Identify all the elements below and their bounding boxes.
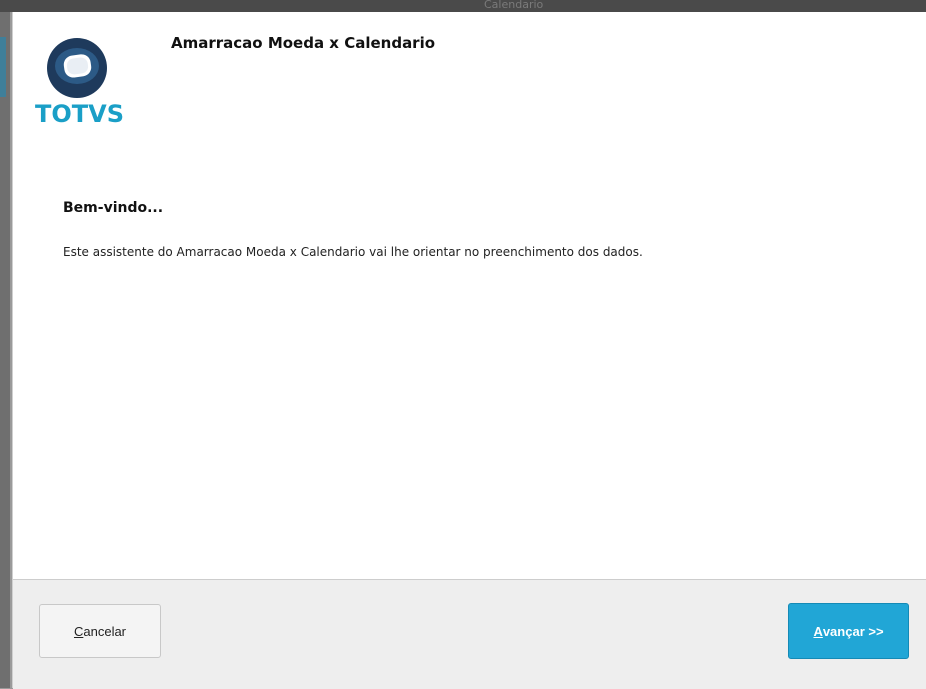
welcome-heading: Bem-vindo... [63, 200, 164, 216]
wizard-footer: Cancelar Avançar >> [13, 579, 926, 689]
next-button[interactable]: Avançar >> [788, 603, 909, 659]
background-window-title: Calendario [484, 0, 544, 11]
cancel-label: ancelar [83, 623, 127, 639]
wizard-dialog: TOTVS Amarracao Moeda x Calendario Bem-v… [12, 12, 926, 689]
background-window-edge [0, 12, 10, 688]
wizard-title: Amarracao Moeda x Calendario [171, 34, 436, 52]
next-label: vançar >> [822, 623, 884, 639]
next-mnemonic: A [813, 623, 823, 639]
totvs-logo: TOTVS [35, 36, 125, 136]
welcome-description: Este assistente do Amarracao Moeda x Cal… [63, 245, 643, 259]
cancel-mnemonic: C [73, 623, 84, 639]
cancel-button[interactable]: Cancelar [39, 604, 161, 658]
background-window-accent [0, 37, 6, 97]
background-window-titlebar: Calendario [0, 0, 926, 12]
totvs-wordmark: TOTVS [35, 100, 125, 128]
totvs-logo-icon [47, 38, 107, 98]
